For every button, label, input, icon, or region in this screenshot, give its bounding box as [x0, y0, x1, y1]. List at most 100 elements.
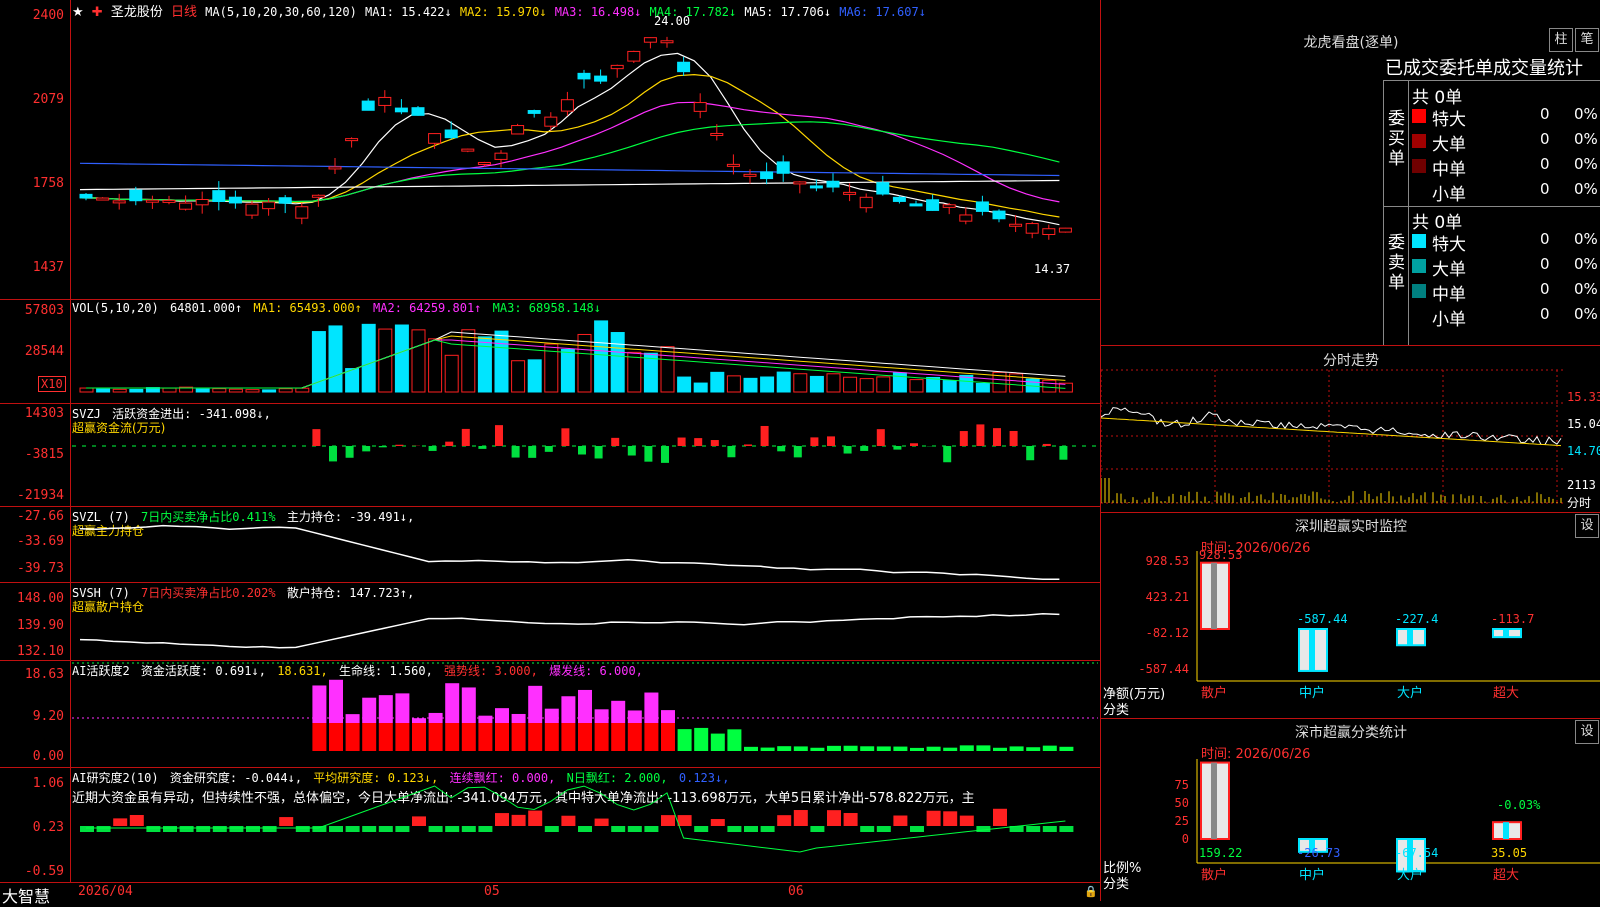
- candlestick-chart[interactable]: [0, 0, 1100, 300]
- ai-activity-pane[interactable]: 18.63 9.20 0.00 AI活跃度2 资金活跃度: 0.691↓, 18…: [0, 660, 1100, 768]
- flow-bar: [346, 446, 354, 458]
- ma-line: [80, 53, 1059, 224]
- realtime-monitor-panel[interactable]: 深圳超赢实时监控 设 时间: 2026/06/26 净额(万元) 分类 928.…: [1100, 512, 1600, 719]
- candle-body: [711, 133, 723, 135]
- activity-bar-base: [412, 723, 426, 751]
- intraday-price-tick: 14.70: [1567, 444, 1600, 458]
- flow-bar: [628, 446, 636, 456]
- flow-bar: [744, 444, 752, 446]
- tick-mode-button[interactable]: 笔: [1575, 28, 1599, 52]
- dragon-title: 龙虎看盘(逐单): [1101, 32, 1600, 52]
- activity-bar-base: [578, 723, 592, 751]
- classify-panel[interactable]: 深市超赢分类统计 设 时间: 2026/06/26 比例% 分类 7550250…: [1100, 718, 1600, 901]
- category-bar-stripe: [1211, 763, 1217, 839]
- flow-bar: [794, 446, 802, 457]
- volume-bar: [628, 352, 641, 392]
- bar-mode-button[interactable]: 柱: [1549, 28, 1573, 52]
- order-stats-table: 委买单 委卖单 共 0单 共 0单 特大00%大单00%中单00%小单00% 特…: [1383, 80, 1600, 346]
- research-bar: [97, 826, 111, 832]
- research-bar: [761, 826, 775, 832]
- order-size-label: 大单: [1432, 130, 1466, 155]
- order-size-label: 大单: [1432, 255, 1466, 280]
- activity-bar-top: [611, 701, 625, 723]
- activity-bar: [761, 748, 775, 751]
- candle-body: [412, 108, 424, 116]
- research-line: [86, 786, 1065, 852]
- order-count: 0: [1540, 105, 1550, 123]
- dragon-tiger-panel[interactable]: 龙虎看盘(逐单) 柱 笔 已成交委托单成交量统计 委买单 委卖单 共 0单 共 …: [1100, 0, 1600, 345]
- volume-bar: [279, 389, 292, 392]
- flow-bar: [1043, 444, 1051, 446]
- category-label: 中户: [1299, 867, 1325, 883]
- candle-pane[interactable]: 2400 2079 1758 1437 ★ ✚ 圣龙股份 日线 MA(5,10,…: [0, 0, 1100, 300]
- svzj-pane[interactable]: 14303 -3815 -21934 SVZJ 活跃资金进出: -341.098…: [0, 403, 1100, 507]
- order-pct: 0%: [1574, 230, 1598, 248]
- volume-bar: [1043, 380, 1056, 392]
- research-bar: [893, 816, 907, 826]
- volume-bar: [80, 388, 93, 392]
- candle-body: [163, 200, 175, 202]
- candle-body: [346, 139, 358, 141]
- candle-body: [379, 97, 391, 105]
- bar-value-label: 928.53: [1199, 548, 1242, 562]
- legend-swatch: [1412, 309, 1426, 323]
- candle-body: [80, 194, 92, 198]
- volume-bar: [860, 379, 873, 392]
- activity-bar-base: [628, 723, 642, 751]
- volume-bar: [329, 326, 342, 392]
- volume-bar: [827, 374, 840, 392]
- bar-value-label: 35.05: [1491, 846, 1527, 860]
- volume-bar: [346, 369, 359, 392]
- research-bar: [844, 813, 858, 826]
- svzl-pane[interactable]: -27.66 -33.69 -39.73 SVZL (7) 7日内买卖净占比0.…: [0, 506, 1100, 583]
- flow-bar: [429, 446, 437, 451]
- activity-bar-top: [379, 695, 393, 723]
- x-date: 2026/04: [78, 884, 133, 899]
- activity-bar: [877, 746, 891, 751]
- holding-line: [80, 526, 1059, 580]
- sell-side-label: 委卖单: [1388, 233, 1404, 293]
- volume-bar: [595, 321, 608, 392]
- order-count: 0: [1540, 305, 1550, 323]
- brand-logo[interactable]: 大智慧: [2, 883, 50, 907]
- flow-bar: [711, 440, 719, 446]
- intraday-panel[interactable]: 分时走势 15.33 15.04 14.70 2113 分时: [1100, 345, 1600, 513]
- volume-pane[interactable]: 57803 28544 X10 VOL(5,10,20) 64801.000↑ …: [0, 299, 1100, 404]
- volume-bar: [229, 389, 242, 392]
- lock-icon[interactable]: 🔒: [1084, 885, 1098, 898]
- volume-bar: [561, 349, 574, 392]
- research-bar: [412, 816, 426, 826]
- activity-bar-top: [578, 690, 592, 723]
- research-bar: [678, 815, 692, 826]
- flow-bar: [960, 431, 968, 446]
- flow-bar: [561, 428, 569, 446]
- candle-body: [113, 201, 125, 203]
- flow-bar: [545, 446, 553, 452]
- candle-body: [1026, 224, 1038, 234]
- flow-bar: [312, 429, 320, 446]
- activity-bar: [727, 729, 741, 751]
- activity-bar-base: [329, 723, 343, 751]
- activity-bar-base: [661, 723, 675, 751]
- research-bar: [429, 826, 443, 832]
- activity-bar-top: [329, 680, 343, 723]
- svsh-pane[interactable]: 148.00 139.90 132.10 SVSH (7) 7日内买卖净占比0.…: [0, 582, 1100, 661]
- candle-body: [578, 73, 590, 79]
- flow-bar: [528, 446, 536, 458]
- ai-research-pane[interactable]: 1.06 0.23 -0.59 AI研究度2(10) 资金研究度: -0.044…: [0, 767, 1100, 883]
- activity-bar-base: [445, 723, 459, 751]
- activity-bar-top: [346, 714, 360, 723]
- activity-bar: [844, 746, 858, 751]
- research-bar: [312, 826, 326, 832]
- order-count: 0: [1540, 230, 1550, 248]
- activity-bar-base: [512, 723, 526, 751]
- ma-line: [80, 102, 1059, 202]
- activity-bar: [794, 746, 808, 751]
- flow-bar: [827, 436, 835, 446]
- bar-value-label: -587.44: [1297, 612, 1348, 626]
- y-tick: 75: [1175, 778, 1189, 792]
- candle-body: [777, 162, 789, 173]
- intraday-price-line: [1101, 408, 1561, 445]
- intraday-chart[interactable]: [1101, 346, 1600, 513]
- flow-bar: [462, 429, 470, 446]
